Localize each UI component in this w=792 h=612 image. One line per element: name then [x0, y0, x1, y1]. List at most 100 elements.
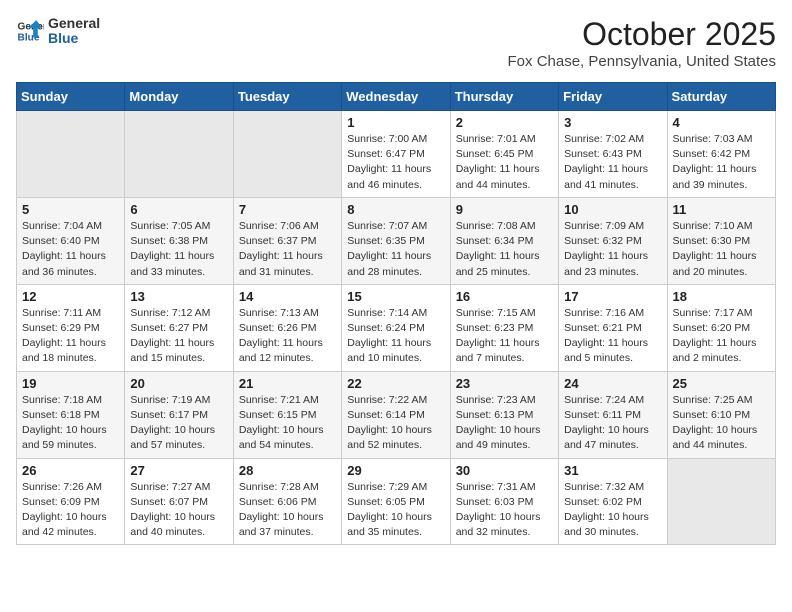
- day-cell: 9 Sunrise: 7:08 AMSunset: 6:34 PMDaylight…: [450, 197, 558, 284]
- day-cell: 16 Sunrise: 7:15 AMSunset: 6:23 PMDayligh…: [450, 284, 558, 371]
- calendar-body: 1Sunrise: 7:00 AMSunset: 6:47 PMDaylight…: [17, 111, 776, 545]
- day-number: 24: [564, 376, 661, 391]
- day-cell: [233, 111, 341, 198]
- day-info: Sunrise: 7:21 AMSunset: 6:15 PMDaylight:…: [239, 393, 336, 454]
- day-info: Sunrise: 7:02 AMSunset: 6:43 PMDaylight:…: [564, 132, 661, 193]
- day-info: Sunrise: 7:16 AMSunset: 6:21 PMDaylight:…: [564, 306, 661, 367]
- day-cell: 11 Sunrise: 7:10 AMSunset: 6:30 PMDayligh…: [667, 197, 775, 284]
- day-cell: 21 Sunrise: 7:21 AMSunset: 6:15 PMDayligh…: [233, 371, 341, 458]
- day-cell: 14Sunrise: 7:13 AMSunset: 6:26 PMDayligh…: [233, 284, 341, 371]
- day-number: 2: [456, 115, 553, 130]
- day-info: Sunrise: 7:05 AMSunset: 6:38 PMDaylight:…: [130, 219, 227, 280]
- day-info: Sunrise: 7:18 AMSunset: 6:18 PMDaylight:…: [22, 393, 119, 454]
- day-info: Sunrise: 7:28 AMSunset: 6:06 PMDaylight:…: [239, 480, 336, 541]
- day-number: 27: [130, 463, 227, 478]
- day-number: 22: [347, 376, 444, 391]
- day-cell: 22 Sunrise: 7:22 AMSunset: 6:14 PMDayligh…: [342, 371, 450, 458]
- day-cell: 18Sunrise: 7:17 AMSunset: 6:20 PMDayligh…: [667, 284, 775, 371]
- day-info: Sunrise: 7:31 AMSunset: 6:03 PMDaylight:…: [456, 480, 553, 541]
- day-cell: 30 Sunrise: 7:31 AMSunset: 6:03 PMDayligh…: [450, 458, 558, 545]
- day-number: 11: [673, 202, 770, 217]
- day-cell: 13 Sunrise: 7:12 AMSunset: 6:27 PMDayligh…: [125, 284, 233, 371]
- day-info: Sunrise: 7:12 AMSunset: 6:27 PMDaylight:…: [130, 306, 227, 367]
- day-cell: 31Sunrise: 7:32 AMSunset: 6:02 PMDayligh…: [559, 458, 667, 545]
- day-number: 31: [564, 463, 661, 478]
- day-cell: 2 Sunrise: 7:01 AMSunset: 6:45 PMDaylight…: [450, 111, 558, 198]
- day-cell: 5 Sunrise: 7:04 AMSunset: 6:40 PMDaylight…: [17, 197, 125, 284]
- location-title: Fox Chase, Pennsylvania, United States: [508, 53, 776, 70]
- day-info: Sunrise: 7:10 AMSunset: 6:30 PMDaylight:…: [673, 219, 770, 280]
- day-number: 4: [673, 115, 770, 130]
- day-cell: 8 Sunrise: 7:07 AMSunset: 6:35 PMDaylight…: [342, 197, 450, 284]
- day-info: Sunrise: 7:04 AMSunset: 6:40 PMDaylight:…: [22, 219, 119, 280]
- day-number: 17: [564, 289, 661, 304]
- day-number: 13: [130, 289, 227, 304]
- day-cell: 7 Sunrise: 7:06 AMSunset: 6:37 PMDaylight…: [233, 197, 341, 284]
- day-number: 9: [456, 202, 553, 217]
- week-row-3: 12 Sunrise: 7:11 AMSunset: 6:29 PMDayligh…: [17, 284, 776, 371]
- day-number: 26: [22, 463, 119, 478]
- day-info: Sunrise: 7:23 AMSunset: 6:13 PMDaylight:…: [456, 393, 553, 454]
- day-info: Sunrise: 7:22 AMSunset: 6:14 PMDaylight:…: [347, 393, 444, 454]
- day-header-saturday: Saturday: [667, 83, 775, 111]
- day-cell: [125, 111, 233, 198]
- day-number: 12: [22, 289, 119, 304]
- week-row-5: 26 Sunrise: 7:26 AMSunset: 6:09 PMDayligh…: [17, 458, 776, 545]
- day-number: 25: [673, 376, 770, 391]
- day-header-sunday: Sunday: [17, 83, 125, 111]
- day-number: 8: [347, 202, 444, 217]
- day-info: Sunrise: 7:25 AMSunset: 6:10 PMDaylight:…: [673, 393, 770, 454]
- day-header-wednesday: Wednesday: [342, 83, 450, 111]
- day-info: Sunrise: 7:19 AMSunset: 6:17 PMDaylight:…: [130, 393, 227, 454]
- day-number: 16: [456, 289, 553, 304]
- day-info: Sunrise: 7:15 AMSunset: 6:23 PMDaylight:…: [456, 306, 553, 367]
- day-cell: 12 Sunrise: 7:11 AMSunset: 6:29 PMDayligh…: [17, 284, 125, 371]
- day-info: Sunrise: 7:06 AMSunset: 6:37 PMDaylight:…: [239, 219, 336, 280]
- day-info: Sunrise: 7:11 AMSunset: 6:29 PMDaylight:…: [22, 306, 119, 367]
- day-number: 7: [239, 202, 336, 217]
- day-info: Sunrise: 7:24 AMSunset: 6:11 PMDaylight:…: [564, 393, 661, 454]
- day-number: 5: [22, 202, 119, 217]
- day-cell: 15 Sunrise: 7:14 AMSunset: 6:24 PMDayligh…: [342, 284, 450, 371]
- logo: General Blue General Blue: [16, 16, 100, 47]
- day-number: 30: [456, 463, 553, 478]
- logo-blue-text: Blue: [48, 31, 100, 46]
- header: General Blue General Blue October 2025 F…: [16, 16, 776, 70]
- day-cell: 6Sunrise: 7:05 AMSunset: 6:38 PMDaylight…: [125, 197, 233, 284]
- day-info: Sunrise: 7:09 AMSunset: 6:32 PMDaylight:…: [564, 219, 661, 280]
- day-info: Sunrise: 7:26 AMSunset: 6:09 PMDaylight:…: [22, 480, 119, 541]
- day-cell: 28Sunrise: 7:28 AMSunset: 6:06 PMDayligh…: [233, 458, 341, 545]
- day-cell: 24 Sunrise: 7:24 AMSunset: 6:11 PMDayligh…: [559, 371, 667, 458]
- day-cell: 26 Sunrise: 7:26 AMSunset: 6:09 PMDayligh…: [17, 458, 125, 545]
- day-number: 15: [347, 289, 444, 304]
- calendar-header-row: SundayMondayTuesdayWednesdayThursdayFrid…: [17, 83, 776, 111]
- day-cell: 25 Sunrise: 7:25 AMSunset: 6:10 PMDayligh…: [667, 371, 775, 458]
- day-cell: 19Sunrise: 7:18 AMSunset: 6:18 PMDayligh…: [17, 371, 125, 458]
- day-number: 23: [456, 376, 553, 391]
- day-cell: 3 Sunrise: 7:02 AMSunset: 6:43 PMDaylight…: [559, 111, 667, 198]
- day-number: 3: [564, 115, 661, 130]
- logo-general-text: General: [48, 16, 100, 31]
- day-cell: 4 Sunrise: 7:03 AMSunset: 6:42 PMDaylight…: [667, 111, 775, 198]
- day-number: 14: [239, 289, 336, 304]
- day-info: Sunrise: 7:01 AMSunset: 6:45 PMDaylight:…: [456, 132, 553, 193]
- day-cell: 29Sunrise: 7:29 AMSunset: 6:05 PMDayligh…: [342, 458, 450, 545]
- week-row-2: 5 Sunrise: 7:04 AMSunset: 6:40 PMDaylight…: [17, 197, 776, 284]
- day-info: Sunrise: 7:08 AMSunset: 6:34 PMDaylight:…: [456, 219, 553, 280]
- day-info: Sunrise: 7:03 AMSunset: 6:42 PMDaylight:…: [673, 132, 770, 193]
- day-cell: 1Sunrise: 7:00 AMSunset: 6:47 PMDaylight…: [342, 111, 450, 198]
- week-row-1: 1Sunrise: 7:00 AMSunset: 6:47 PMDaylight…: [17, 111, 776, 198]
- day-info: Sunrise: 7:14 AMSunset: 6:24 PMDaylight:…: [347, 306, 444, 367]
- day-cell: [17, 111, 125, 198]
- day-info: Sunrise: 7:17 AMSunset: 6:20 PMDaylight:…: [673, 306, 770, 367]
- day-header-friday: Friday: [559, 83, 667, 111]
- day-info: Sunrise: 7:29 AMSunset: 6:05 PMDaylight:…: [347, 480, 444, 541]
- week-row-4: 19Sunrise: 7:18 AMSunset: 6:18 PMDayligh…: [17, 371, 776, 458]
- month-title: October 2025: [508, 16, 776, 53]
- day-number: 21: [239, 376, 336, 391]
- day-header-monday: Monday: [125, 83, 233, 111]
- day-info: Sunrise: 7:07 AMSunset: 6:35 PMDaylight:…: [347, 219, 444, 280]
- day-cell: 23 Sunrise: 7:23 AMSunset: 6:13 PMDayligh…: [450, 371, 558, 458]
- day-header-thursday: Thursday: [450, 83, 558, 111]
- day-header-tuesday: Tuesday: [233, 83, 341, 111]
